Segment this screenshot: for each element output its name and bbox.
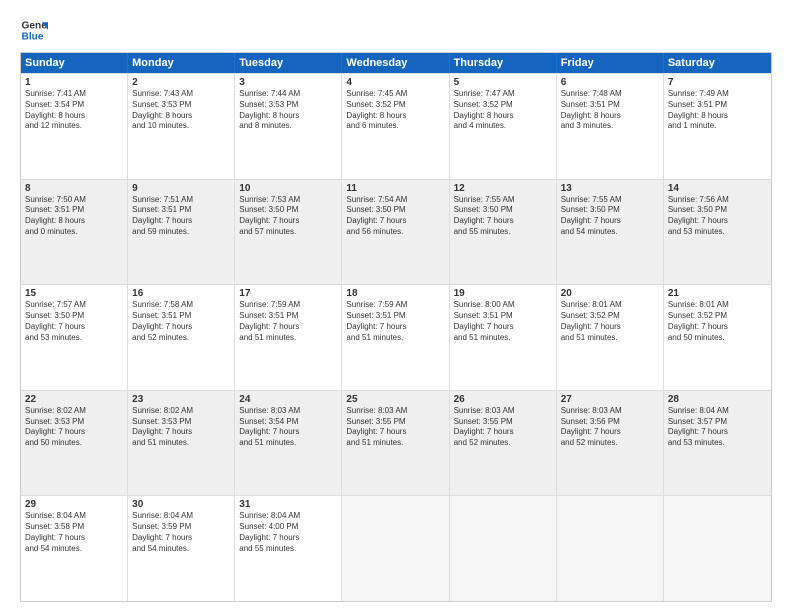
day-cell-23: 23Sunrise: 8:02 AMSunset: 3:53 PMDayligh… (128, 391, 235, 496)
calendar-body: 1Sunrise: 7:41 AMSunset: 3:54 PMDaylight… (21, 73, 771, 601)
day-cell-29: 29Sunrise: 8:04 AMSunset: 3:58 PMDayligh… (21, 496, 128, 601)
header-day-monday: Monday (128, 53, 235, 73)
svg-text:Blue: Blue (22, 31, 44, 42)
calendar-week-3: 15Sunrise: 7:57 AMSunset: 3:50 PMDayligh… (21, 284, 771, 390)
day-cell-1: 1Sunrise: 7:41 AMSunset: 3:54 PMDaylight… (21, 74, 128, 179)
day-cell-17: 17Sunrise: 7:59 AMSunset: 3:51 PMDayligh… (235, 285, 342, 390)
calendar-week-4: 22Sunrise: 8:02 AMSunset: 3:53 PMDayligh… (21, 390, 771, 496)
day-cell-9: 9Sunrise: 7:51 AMSunset: 3:51 PMDaylight… (128, 180, 235, 285)
day-cell-16: 16Sunrise: 7:58 AMSunset: 3:51 PMDayligh… (128, 285, 235, 390)
calendar-week-1: 1Sunrise: 7:41 AMSunset: 3:54 PMDaylight… (21, 73, 771, 179)
day-cell-18: 18Sunrise: 7:59 AMSunset: 3:51 PMDayligh… (342, 285, 449, 390)
day-cell-20: 20Sunrise: 8:01 AMSunset: 3:52 PMDayligh… (557, 285, 664, 390)
header-day-tuesday: Tuesday (235, 53, 342, 73)
header-day-sunday: Sunday (21, 53, 128, 73)
day-cell-6: 6Sunrise: 7:48 AMSunset: 3:51 PMDaylight… (557, 74, 664, 179)
header-day-thursday: Thursday (450, 53, 557, 73)
day-cell-25: 25Sunrise: 8:03 AMSunset: 3:55 PMDayligh… (342, 391, 449, 496)
day-cell-19: 19Sunrise: 8:00 AMSunset: 3:51 PMDayligh… (450, 285, 557, 390)
day-cell-26: 26Sunrise: 8:03 AMSunset: 3:55 PMDayligh… (450, 391, 557, 496)
day-cell-11: 11Sunrise: 7:54 AMSunset: 3:50 PMDayligh… (342, 180, 449, 285)
day-cell-27: 27Sunrise: 8:03 AMSunset: 3:56 PMDayligh… (557, 391, 664, 496)
day-cell-13: 13Sunrise: 7:55 AMSunset: 3:50 PMDayligh… (557, 180, 664, 285)
svg-text:General: General (22, 20, 48, 31)
calendar-week-5: 29Sunrise: 8:04 AMSunset: 3:58 PMDayligh… (21, 495, 771, 601)
day-cell-21: 21Sunrise: 8:01 AMSunset: 3:52 PMDayligh… (664, 285, 771, 390)
logo: General Blue (20, 16, 48, 44)
day-cell-3: 3Sunrise: 7:44 AMSunset: 3:53 PMDaylight… (235, 74, 342, 179)
day-cell-14: 14Sunrise: 7:56 AMSunset: 3:50 PMDayligh… (664, 180, 771, 285)
logo-icon: General Blue (20, 16, 48, 44)
empty-cell (664, 496, 771, 601)
day-cell-22: 22Sunrise: 8:02 AMSunset: 3:53 PMDayligh… (21, 391, 128, 496)
day-cell-4: 4Sunrise: 7:45 AMSunset: 3:52 PMDaylight… (342, 74, 449, 179)
calendar-week-2: 8Sunrise: 7:50 AMSunset: 3:51 PMDaylight… (21, 179, 771, 285)
day-cell-30: 30Sunrise: 8:04 AMSunset: 3:59 PMDayligh… (128, 496, 235, 601)
header-day-wednesday: Wednesday (342, 53, 449, 73)
day-cell-10: 10Sunrise: 7:53 AMSunset: 3:50 PMDayligh… (235, 180, 342, 285)
day-cell-12: 12Sunrise: 7:55 AMSunset: 3:50 PMDayligh… (450, 180, 557, 285)
header-day-friday: Friday (557, 53, 664, 73)
empty-cell (450, 496, 557, 601)
calendar-header: SundayMondayTuesdayWednesdayThursdayFrid… (21, 53, 771, 73)
day-cell-15: 15Sunrise: 7:57 AMSunset: 3:50 PMDayligh… (21, 285, 128, 390)
header-day-saturday: Saturday (664, 53, 771, 73)
day-cell-7: 7Sunrise: 7:49 AMSunset: 3:51 PMDaylight… (664, 74, 771, 179)
day-cell-5: 5Sunrise: 7:47 AMSunset: 3:52 PMDaylight… (450, 74, 557, 179)
empty-cell (557, 496, 664, 601)
day-cell-24: 24Sunrise: 8:03 AMSunset: 3:54 PMDayligh… (235, 391, 342, 496)
calendar: SundayMondayTuesdayWednesdayThursdayFrid… (20, 52, 772, 602)
day-cell-8: 8Sunrise: 7:50 AMSunset: 3:51 PMDaylight… (21, 180, 128, 285)
day-cell-2: 2Sunrise: 7:43 AMSunset: 3:53 PMDaylight… (128, 74, 235, 179)
page-header: General Blue (20, 16, 772, 44)
day-cell-31: 31Sunrise: 8:04 AMSunset: 4:00 PMDayligh… (235, 496, 342, 601)
empty-cell (342, 496, 449, 601)
day-cell-28: 28Sunrise: 8:04 AMSunset: 3:57 PMDayligh… (664, 391, 771, 496)
